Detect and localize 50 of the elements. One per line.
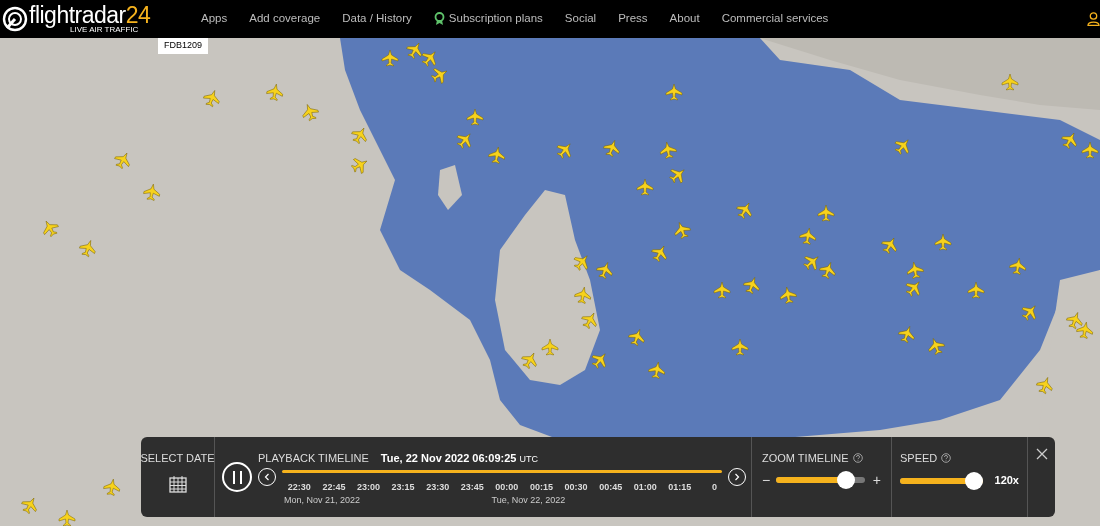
tick-label: 0 [711,481,717,494]
zoom-in-button[interactable]: + [872,469,881,491]
tick-label: 22:30 [287,481,311,494]
tick-label: 23:15 [391,481,415,494]
tick-label: 00:00 [495,481,519,494]
tick-label: 23:30 [426,481,450,494]
zoom-out-button[interactable]: − [762,469,771,491]
chevron-left-icon [263,473,271,481]
tick-label: 01:15 [668,481,692,494]
calendar-icon[interactable] [168,474,187,493]
timeline-track[interactable] [282,470,722,473]
tick-label: 01:00 [633,481,657,494]
nav-link[interactable]: Commercial services [710,10,840,28]
tick-label: 23:45 [460,481,484,494]
current-datetime: Tue, 22 Nov 2022 06:09:25 UTC [380,451,538,466]
nav-link[interactable]: Data / History [331,10,423,28]
tick-label: 00:45 [599,481,623,494]
zoom-slider-thumb[interactable] [836,471,855,489]
speed-reading: 120x [994,473,1019,489]
speed-title: SPEED [900,451,938,466]
radar-logo-icon [2,6,28,32]
nav-link[interactable]: Subscription plans [422,10,554,28]
tick-label: 22:45 [322,481,346,494]
playback-title: PLAYBACK TIMELINE [258,451,369,466]
tick-label: 00:30 [564,481,588,494]
flight-label: FDB1209 [158,38,209,54]
nav-link[interactable]: Add coverage [238,10,332,28]
award-icon [433,12,445,26]
help-icon[interactable] [941,453,952,464]
date-label: Mon, Nov 21, 2022 [284,494,361,507]
tick-label: 00:15 [529,481,553,494]
nav-link[interactable]: Press [607,10,659,28]
chevron-right-icon [733,473,741,481]
select-date-label: SELECT DATE [140,451,215,466]
user-icon[interactable] [1087,12,1100,26]
logo-text: flightradar [29,4,126,26]
close-icon[interactable] [1035,448,1048,460]
help-icon[interactable] [852,453,863,464]
speed-slider-thumb[interactable] [964,471,983,490]
zoom-timeline-title: ZOOM TIMELINE [762,451,849,466]
zoom-slider[interactable] [776,471,865,489]
logo-number: 24 [125,4,151,26]
nav-link[interactable]: Apps [190,10,239,28]
nav-link[interactable]: About [658,10,711,28]
speed-slider[interactable] [900,471,983,490]
pause-button[interactable] [222,462,252,492]
date-label: Tue, Nov 22, 2022 [491,494,566,507]
tick-label: 23:00 [356,481,380,494]
logo-tagline: LIVE AIR TRAFFIC [70,26,140,34]
nav-link[interactable]: Social [553,10,608,28]
